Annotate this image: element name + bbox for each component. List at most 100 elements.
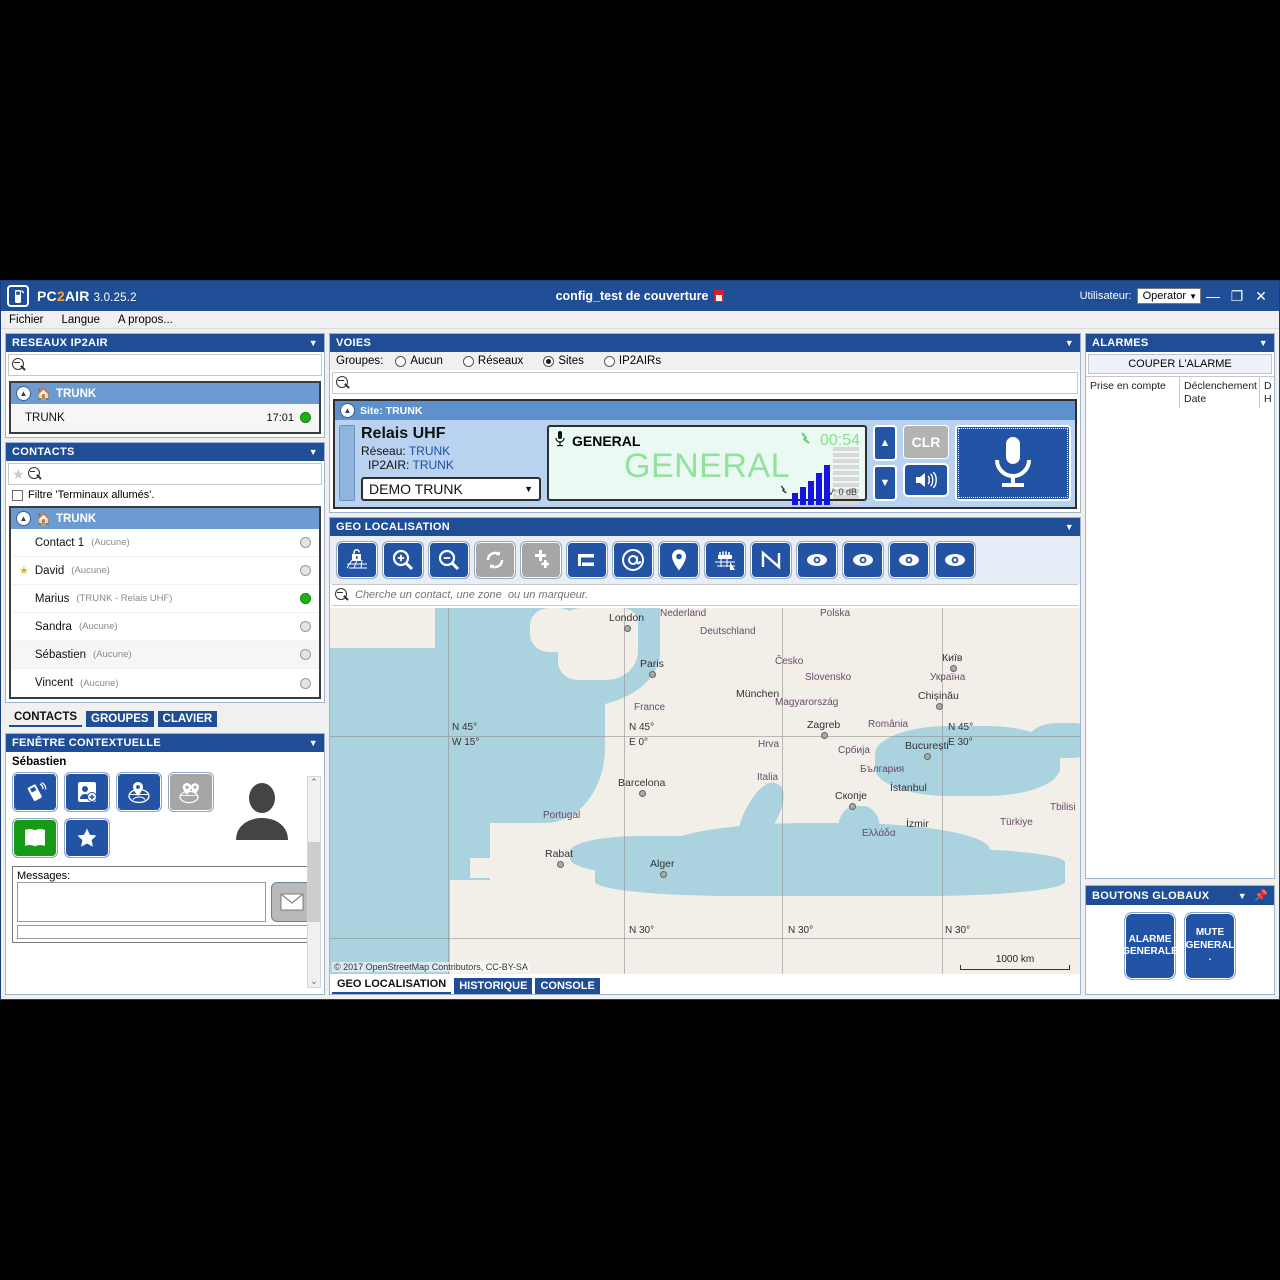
- voies-search-row[interactable]: [332, 372, 1078, 394]
- map-search-row[interactable]: [332, 584, 1078, 606]
- zoom-out-icon[interactable]: [428, 541, 470, 579]
- map-canvas[interactable]: N 45° W 15° N 45° E 0° N 45° E 30° N 30°…: [330, 608, 1080, 974]
- contact-row[interactable]: ★ Sébastien (Aucune): [11, 641, 319, 669]
- alarme-generale-button[interactable]: ALARME GENERALE: [1124, 912, 1176, 980]
- radio-ip2airs[interactable]: IP2AIRs: [604, 355, 661, 367]
- locate-contact-icon[interactable]: [116, 772, 162, 812]
- networks-group-header[interactable]: ▲ 🏠 TRUNK: [11, 383, 319, 404]
- relay-select[interactable]: DEMO TRUNK ▼: [361, 477, 541, 501]
- scroll-thumb[interactable]: [308, 842, 320, 922]
- network-status-led: [300, 412, 311, 423]
- move-icon[interactable]: [520, 541, 562, 579]
- contact-row[interactable]: ★ Marius (TRUNK - Relais UHF): [11, 585, 319, 613]
- contact-row[interactable]: ★ Contact 1 (Aucune): [11, 529, 319, 557]
- close-button[interactable]: ✕: [1249, 288, 1273, 305]
- contacts-filter-row[interactable]: Filtre 'Terminaux allumés'.: [6, 487, 324, 503]
- map-place: România: [868, 719, 908, 730]
- zoom-in-icon[interactable]: [382, 541, 424, 579]
- chevron-down-icon[interactable]: ▼: [309, 447, 318, 457]
- align-icon[interactable]: [566, 541, 608, 579]
- at-icon[interactable]: [612, 541, 654, 579]
- chevron-down-icon[interactable]: ▼: [1238, 891, 1247, 901]
- collapse-icon[interactable]: ▲: [340, 403, 355, 418]
- context-panel: FENÊTRE CONTEXTUELLE ▼ Sébastien: [5, 733, 325, 995]
- site-body: Relais UHF Réseau: TRUNK IP2AIR: TRUNK D…: [335, 420, 1075, 507]
- drag-handle[interactable]: [339, 425, 355, 501]
- eye-icon-3[interactable]: [888, 541, 930, 579]
- filter-checkbox[interactable]: [12, 490, 23, 501]
- tab-clavier[interactable]: CLAVIER: [158, 711, 218, 727]
- refresh-icon[interactable]: [474, 541, 516, 579]
- radio-call-icon[interactable]: [12, 772, 58, 812]
- pin-icon[interactable]: 📌: [1254, 889, 1268, 902]
- networks-panel-title: RESEAUX IP2AIR: [12, 337, 108, 349]
- chevron-down-icon[interactable]: ▼: [309, 338, 318, 348]
- add-contact-icon[interactable]: [64, 772, 110, 812]
- radio-sites[interactable]: Sites: [543, 355, 584, 367]
- menu-item-langue[interactable]: Langue: [62, 314, 100, 326]
- map-place: Alger: [650, 858, 675, 870]
- contacts-search-row[interactable]: ★: [8, 463, 322, 485]
- alarms-list[interactable]: [1086, 408, 1274, 878]
- message-history-list[interactable]: [17, 925, 313, 939]
- map-place: Zagreb: [807, 719, 840, 731]
- scroll-up-icon[interactable]: ⌃: [310, 777, 318, 788]
- favorite-icon[interactable]: ★: [19, 564, 29, 577]
- radio-aucun[interactable]: Aucun: [395, 355, 443, 367]
- track-contact-icon[interactable]: [168, 772, 214, 812]
- tab-historique[interactable]: HISTORIQUE: [454, 978, 532, 994]
- tab-geo-localisation[interactable]: GEO LOCALISATION: [332, 976, 451, 994]
- unlock-grid-icon[interactable]: [336, 541, 378, 579]
- volume-up-button[interactable]: ▲: [873, 425, 897, 461]
- clr-button[interactable]: CLR: [903, 425, 949, 459]
- contact-row[interactable]: ★ Vincent (Aucune): [11, 669, 319, 697]
- path-icon[interactable]: [750, 541, 792, 579]
- tab-contacts[interactable]: CONTACTS: [9, 709, 82, 727]
- menu-item-fichier[interactable]: Fichier: [9, 314, 44, 326]
- contact-row[interactable]: ★ Sandra (Aucune): [11, 613, 319, 641]
- favorite-star-icon[interactable]: [64, 818, 110, 858]
- voies-search-input[interactable]: [354, 376, 1074, 390]
- scroll-down-icon[interactable]: ⌄: [310, 976, 318, 987]
- map-place: Chișinău: [918, 690, 959, 702]
- speaker-button[interactable]: [903, 463, 949, 497]
- channel-box[interactable]: GENERAL 00:54 GENERAL: [547, 425, 867, 501]
- collapse-icon[interactable]: ▲: [16, 386, 31, 401]
- networks-search-input[interactable]: [30, 358, 318, 372]
- eye-icon-4[interactable]: [934, 541, 976, 579]
- restore-button[interactable]: ❐: [1225, 288, 1249, 305]
- mute-general-button[interactable]: MUTE GENERAL .: [1184, 912, 1236, 980]
- site-header[interactable]: ▲ Site: TRUNK: [335, 401, 1075, 420]
- chevron-down-icon[interactable]: ▼: [1065, 338, 1074, 348]
- minimize-button[interactable]: —: [1201, 288, 1225, 304]
- contacts-search-input[interactable]: [46, 467, 318, 481]
- contact-name: Sébastien: [35, 649, 86, 661]
- coverage-grid-icon[interactable]: [704, 541, 746, 579]
- favorites-filter-icon[interactable]: ★: [12, 467, 25, 481]
- map-search-input[interactable]: [353, 588, 1075, 602]
- networks-search-row[interactable]: [8, 354, 322, 376]
- volume-down-button[interactable]: ▼: [873, 465, 897, 501]
- collapse-icon[interactable]: ▲: [16, 511, 31, 526]
- contacts-group-header[interactable]: ▲ 🏠 TRUNK: [11, 508, 319, 529]
- contacts-panel-title: CONTACTS: [12, 446, 75, 458]
- eye-icon-2[interactable]: [842, 541, 884, 579]
- chevron-down-icon[interactable]: ▼: [309, 738, 318, 748]
- chevron-down-icon[interactable]: ▼: [1259, 338, 1268, 348]
- contact-row[interactable]: ★ David (Aucune): [11, 557, 319, 585]
- marker-icon[interactable]: [658, 541, 700, 579]
- menu-item-apropos[interactable]: A propos...: [118, 314, 173, 326]
- chevron-down-icon[interactable]: ▼: [1065, 522, 1074, 532]
- radio-reseaux[interactable]: Réseaux: [463, 355, 523, 367]
- tab-console[interactable]: CONSOLE: [535, 978, 599, 994]
- eye-icon-1[interactable]: [796, 541, 838, 579]
- network-row[interactable]: TRUNK 17:01: [11, 404, 319, 432]
- context-scrollbar[interactable]: ⌃ ⌄: [307, 776, 321, 988]
- map-book-icon[interactable]: [12, 818, 58, 858]
- message-input[interactable]: [17, 882, 266, 922]
- title-bar: PC2AIR3.0.25.2 config_test de couverture…: [1, 281, 1279, 311]
- cut-alarm-button[interactable]: COUPER L'ALARME: [1088, 354, 1272, 374]
- tab-groupes[interactable]: GROUPES: [86, 711, 154, 727]
- push-to-talk-button[interactable]: [955, 425, 1071, 501]
- user-select[interactable]: Operator ▼: [1137, 288, 1201, 304]
